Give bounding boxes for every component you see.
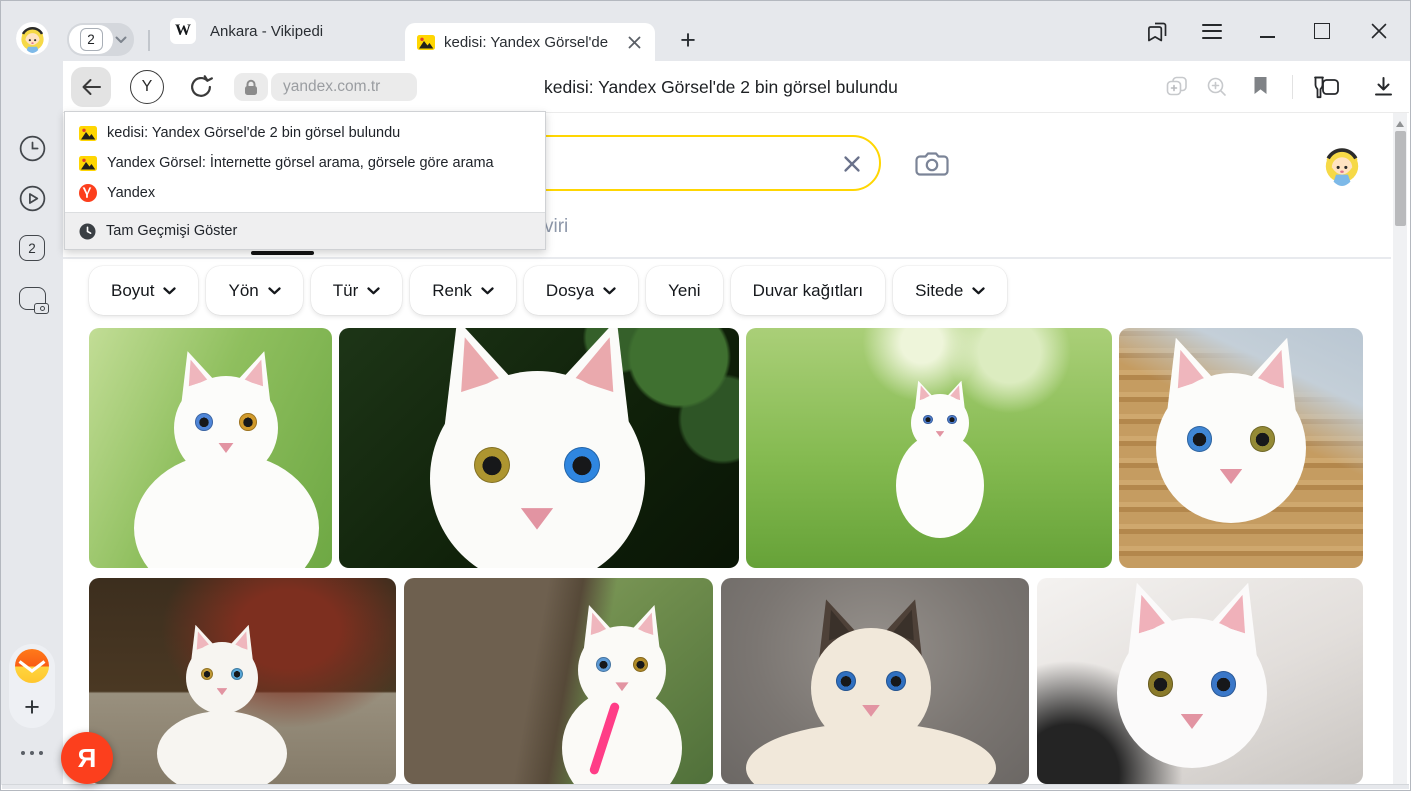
tab-ankara-vikipedi[interactable]: W Ankara - Vikipedi [159, 1, 395, 61]
menu-item-label: Tam Geçmişi Göster [106, 223, 237, 239]
sidebar-add-button[interactable]: + [9, 692, 55, 723]
close-button[interactable] [1366, 18, 1392, 44]
maximize-button[interactable] [1309, 18, 1335, 44]
toolbar: Y yandex.com.tr kedisi: Yandex Görsel'de… [63, 61, 1409, 113]
minimize-icon [1260, 36, 1275, 38]
white-kitten-in-basket[interactable] [1119, 328, 1363, 568]
white-kitten-on-green-grass[interactable] [746, 328, 1112, 568]
collections-icon[interactable] [1144, 18, 1170, 44]
history-menu-item[interactable]: Yandex Görsel: İnternette görsel arama, … [65, 148, 545, 178]
yandex-letter: Y [142, 78, 153, 96]
sidebar-more-icon[interactable] [1, 751, 63, 755]
minimize-button[interactable] [1254, 18, 1280, 44]
scroll-up-icon[interactable] [1396, 121, 1404, 127]
back-history-menu: kedisi: Yandex Görsel'de 2 bin görsel bu… [64, 111, 546, 250]
tab-kedisi-active[interactable]: kedisi: Yandex Görsel'de [405, 23, 655, 61]
white-cat-on-log-autumn[interactable] [89, 578, 396, 784]
sidebar-widget-pill: + [9, 644, 55, 728]
history-menu-item[interactable]: kedisi: Yandex Görsel'de 2 bin görsel bu… [65, 118, 545, 148]
zoom-page-icon[interactable] [1205, 75, 1229, 99]
hamburger-icon [1202, 24, 1222, 39]
cat-illustration [339, 328, 739, 568]
image-icon [417, 35, 435, 50]
cat-illustration [1119, 328, 1363, 568]
tab-close-icon[interactable] [625, 33, 643, 51]
image-icon [79, 126, 97, 141]
back-arrow-icon [80, 77, 102, 97]
url-text: yandex.com.tr [283, 78, 380, 96]
lock-icon [244, 79, 258, 96]
white-kitten-closeup-lying[interactable] [1037, 578, 1363, 784]
screenshot-icon[interactable] [17, 283, 47, 313]
cat-illustration [746, 328, 1112, 568]
menu-item-label: Yandex Görsel: İnternette görsel arama, … [107, 155, 494, 171]
tab-count-label: 2 [80, 28, 103, 51]
tab-title: kedisi: Yandex Görsel'de [444, 34, 608, 51]
chevron-down-icon [115, 36, 127, 44]
left-sidebar: 2 + [1, 61, 63, 785]
close-icon [1371, 23, 1387, 39]
cat-illustration [1037, 578, 1363, 784]
white-cat-sitting-on-grass[interactable] [89, 328, 332, 568]
tabbar-divider [148, 30, 150, 51]
site-security-chip[interactable] [234, 73, 268, 101]
extensions-icon[interactable] [1310, 74, 1342, 101]
duplicate-tab-icon[interactable] [1165, 75, 1189, 97]
bookmark-icon[interactable] [1253, 76, 1268, 95]
white-cat-closeup-dark-green[interactable] [339, 328, 739, 568]
tab-counter[interactable]: 2 [67, 23, 134, 56]
birman-cat-blue-eyes[interactable] [721, 578, 1029, 784]
yandex-services-button[interactable]: Y [130, 70, 164, 104]
sidebar-tab-count: 2 [28, 241, 36, 256]
cat-illustration [89, 578, 396, 784]
wikipedia-icon: W [170, 18, 196, 44]
toolbar-separator [1292, 75, 1293, 99]
yandex-mail-icon[interactable] [15, 649, 49, 683]
history-menu-item[interactable]: Yandex [65, 178, 545, 208]
history-icon[interactable] [17, 133, 47, 163]
menu-icon[interactable] [1199, 18, 1225, 44]
cat-illustration [721, 578, 1029, 784]
scrollbar[interactable] [1393, 113, 1407, 785]
fluffy-white-cat-by-tree[interactable] [404, 578, 713, 784]
cat-illustration [89, 328, 332, 568]
girl-avatar-icon [16, 22, 49, 55]
image-icon [79, 156, 97, 171]
yandex-icon [79, 184, 97, 202]
show-full-history-item[interactable]: Tam Geçmişi Göster [65, 213, 545, 249]
scrollbar-thumb[interactable] [1395, 131, 1406, 226]
new-tab-button[interactable]: + [673, 25, 703, 55]
tabs-panel-icon[interactable]: 2 [17, 233, 47, 263]
refresh-button[interactable] [187, 73, 215, 101]
cat-illustration [404, 578, 713, 784]
back-button[interactable] [71, 67, 111, 107]
profile-avatar[interactable] [16, 22, 49, 55]
play-icon[interactable] [17, 183, 47, 213]
browser-window: 2 W Ankara - Vikipedi kedisi: Yandex Gör… [0, 0, 1411, 791]
address-bar[interactable]: yandex.com.tr [271, 73, 417, 101]
window-bottom-frame [2, 784, 1409, 789]
yandex-fab-button[interactable]: Я [61, 732, 113, 784]
refresh-icon [187, 73, 215, 101]
clock-icon [79, 223, 96, 240]
tab-counter-pill: 2 [69, 25, 113, 54]
maximize-icon [1314, 23, 1330, 39]
tab-bar: 2 W Ankara - Vikipedi kedisi: Yandex Gör… [1, 1, 1410, 61]
menu-item-label: Yandex [107, 185, 155, 201]
tab-title: Ankara - Vikipedi [210, 23, 323, 40]
menu-item-label: kedisi: Yandex Görsel'de 2 bin görsel bu… [107, 125, 400, 141]
page-title: kedisi: Yandex Görsel'de 2 bin görsel bu… [544, 61, 898, 113]
downloads-icon[interactable] [1372, 75, 1395, 98]
